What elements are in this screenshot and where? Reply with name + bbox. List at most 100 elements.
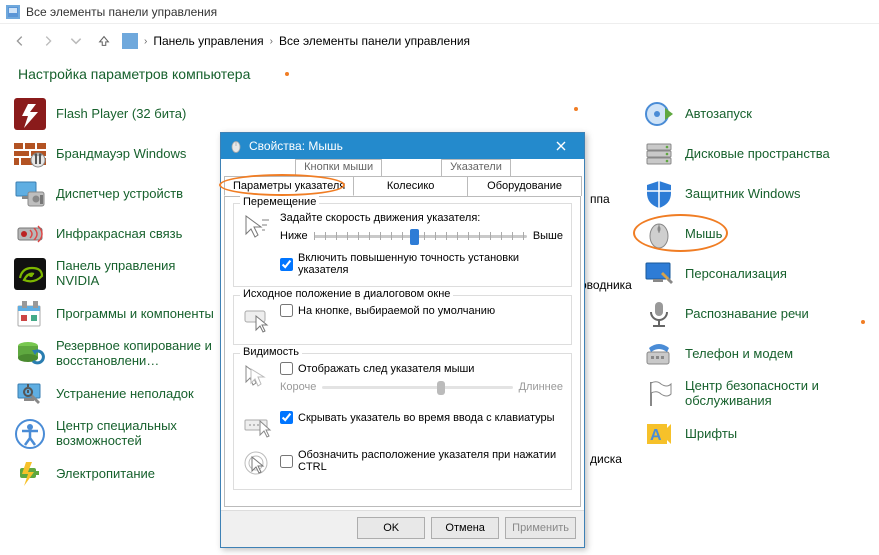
cp-item-fonts[interactable]: AШрифты bbox=[639, 414, 869, 454]
cp-item-security-maintenance[interactable]: Центр безопасности и обслуживания bbox=[639, 374, 869, 414]
artifact-dot bbox=[285, 72, 289, 76]
svg-text:A: A bbox=[650, 427, 662, 444]
recent-dropdown[interactable] bbox=[66, 31, 86, 51]
group-title: Видимость bbox=[240, 346, 302, 358]
speed-slider[interactable] bbox=[314, 226, 527, 246]
nvidia-icon bbox=[14, 258, 46, 290]
chevron-right-icon: › bbox=[270, 36, 273, 47]
cp-item-phone-modem[interactable]: Телефон и модем bbox=[639, 334, 869, 374]
group-visibility: Видимость Отображать след указателя мыши… bbox=[233, 353, 572, 490]
backup-icon bbox=[14, 338, 46, 370]
cp-item-storage-spaces[interactable]: Дисковые пространства bbox=[639, 134, 869, 174]
group-title: Исходное положение в диалоговом окне bbox=[240, 288, 453, 300]
device-manager-icon bbox=[14, 178, 46, 210]
cp-item-firewall[interactable]: Брандмауэр Windows bbox=[10, 134, 220, 174]
programs-icon bbox=[14, 298, 46, 330]
window-titlebar: Все элементы панели управления bbox=[0, 0, 879, 24]
defender-icon bbox=[643, 178, 675, 210]
pointer-trail-icon bbox=[242, 362, 272, 392]
cp-item-groups-partial: ппа bbox=[590, 192, 610, 206]
trail-slider bbox=[322, 377, 512, 397]
artifact-dot bbox=[574, 107, 578, 111]
mouse-properties-dialog: Свойства: Мышь Кнопки мыши Указатели Пар… bbox=[220, 132, 585, 548]
chevron-right-icon: › bbox=[144, 36, 147, 47]
tabs-row-bottom: Параметры указателя Колесико Оборудовани… bbox=[224, 176, 581, 196]
firewall-icon bbox=[14, 138, 46, 170]
dialog-titlebar[interactable]: Свойства: Мышь bbox=[221, 133, 584, 159]
breadcrumb-level-2[interactable]: Все элементы панели управления bbox=[279, 34, 470, 48]
personalization-icon bbox=[643, 258, 675, 290]
dialog-button-row: OK Отмена Применить bbox=[221, 510, 584, 547]
ok-button[interactable]: OK bbox=[357, 517, 425, 539]
flag-icon bbox=[643, 378, 675, 410]
cp-item-troubleshoot[interactable]: Устранение неполадок bbox=[10, 374, 220, 414]
snap-to-icon bbox=[242, 304, 272, 334]
mouse-icon bbox=[229, 139, 243, 153]
speech-icon bbox=[643, 298, 675, 330]
cp-item-explorer-partial: оводника bbox=[580, 278, 632, 292]
cp-item-accessibility[interactable]: Центр специальных возможностей bbox=[10, 414, 220, 454]
apply-button[interactable]: Применить bbox=[505, 517, 576, 539]
slider-low-label: Ниже bbox=[280, 230, 308, 242]
cp-item-backup[interactable]: Резервное копирование и восстановлени… bbox=[10, 334, 220, 374]
cp-item-nvidia[interactable]: Панель управления NVIDIA bbox=[10, 254, 220, 294]
items-column-1: Flash Player (32 бита) Брандмауэр Window… bbox=[10, 94, 220, 494]
phone-modem-icon bbox=[643, 338, 675, 370]
ctrl-locate-checkbox[interactable]: Обозначить расположение указателя при на… bbox=[280, 449, 563, 473]
page-heading: Настройка параметров компьютера bbox=[0, 58, 879, 94]
storage-spaces-icon bbox=[643, 138, 675, 170]
artifact-dot bbox=[861, 320, 865, 324]
tab-pointers[interactable]: Указатели bbox=[441, 159, 511, 176]
cp-item-speech[interactable]: Распознавание речи bbox=[639, 294, 869, 334]
snap-to-checkbox[interactable]: На кнопке, выбираемой по умолчанию bbox=[280, 304, 563, 317]
trail-long-label: Длиннее bbox=[519, 381, 563, 393]
cp-item-programs[interactable]: Программы и компоненты bbox=[10, 294, 220, 334]
dialog-title: Свойства: Мышь bbox=[249, 139, 343, 153]
trail-short-label: Короче bbox=[280, 381, 316, 393]
hide-while-typing-checkbox[interactable]: Скрывать указатель во время ввода с клав… bbox=[280, 411, 563, 424]
infrared-icon bbox=[14, 218, 46, 250]
cancel-button[interactable]: Отмена bbox=[431, 517, 499, 539]
ctrl-locate-icon bbox=[242, 449, 272, 479]
tab-wheel[interactable]: Колесико bbox=[353, 176, 468, 196]
dialog-body: Перемещение Задайте скорость движения ук… bbox=[224, 196, 581, 507]
cp-item-device-manager[interactable]: Диспетчер устройств bbox=[10, 174, 220, 214]
items-column-3: Автозапуск Дисковые пространства Защитни… bbox=[639, 94, 869, 494]
tab-hardware[interactable]: Оборудование bbox=[467, 176, 582, 196]
group-movement: Перемещение Задайте скорость движения ук… bbox=[233, 203, 572, 287]
cp-item-power[interactable]: Электропитание bbox=[10, 454, 220, 494]
close-button[interactable] bbox=[546, 136, 576, 156]
slider-high-label: Выше bbox=[533, 230, 563, 242]
nav-toolbar: › Панель управления › Все элементы панел… bbox=[0, 24, 879, 58]
hide-pointer-icon bbox=[242, 411, 272, 441]
tabs-row-top: Кнопки мыши Указатели bbox=[224, 159, 581, 176]
tab-buttons[interactable]: Кнопки мыши bbox=[295, 159, 382, 176]
breadcrumb-level-1[interactable]: Панель управления bbox=[153, 34, 263, 48]
up-button[interactable] bbox=[94, 31, 114, 51]
window-title: Все элементы панели управления bbox=[26, 5, 217, 19]
speed-label: Задайте скорость движения указателя: bbox=[280, 212, 563, 224]
mouse-icon bbox=[643, 218, 675, 250]
forward-button[interactable] bbox=[38, 31, 58, 51]
enhance-precision-checkbox[interactable]: Включить повышенную точность установки у… bbox=[280, 252, 563, 276]
show-trail-checkbox[interactable]: Отображать след указателя мыши bbox=[280, 362, 563, 375]
power-icon bbox=[14, 458, 46, 490]
flash-icon bbox=[14, 98, 46, 130]
cp-item-disk-partial: диска bbox=[590, 452, 622, 466]
control-panel-icon bbox=[6, 5, 20, 19]
breadcrumb[interactable]: › Панель управления › Все элементы панел… bbox=[122, 33, 470, 49]
pointer-speed-icon bbox=[242, 212, 272, 242]
cp-item-defender[interactable]: Защитник Windows bbox=[639, 174, 869, 214]
cp-item-flash[interactable]: Flash Player (32 бита) bbox=[10, 94, 220, 134]
tab-pointer-options[interactable]: Параметры указателя bbox=[224, 176, 354, 196]
cp-item-mouse[interactable]: Мышь bbox=[639, 214, 869, 254]
cp-item-personalization[interactable]: Персонализация bbox=[639, 254, 869, 294]
group-title: Перемещение bbox=[240, 196, 319, 208]
accessibility-icon bbox=[14, 418, 46, 450]
troubleshoot-icon bbox=[14, 378, 46, 410]
cp-item-autoplay[interactable]: Автозапуск bbox=[639, 94, 869, 134]
back-button[interactable] bbox=[10, 31, 30, 51]
autoplay-icon bbox=[643, 98, 675, 130]
cp-item-infrared[interactable]: Инфракрасная связь bbox=[10, 214, 220, 254]
breadcrumb-icon bbox=[122, 33, 138, 49]
